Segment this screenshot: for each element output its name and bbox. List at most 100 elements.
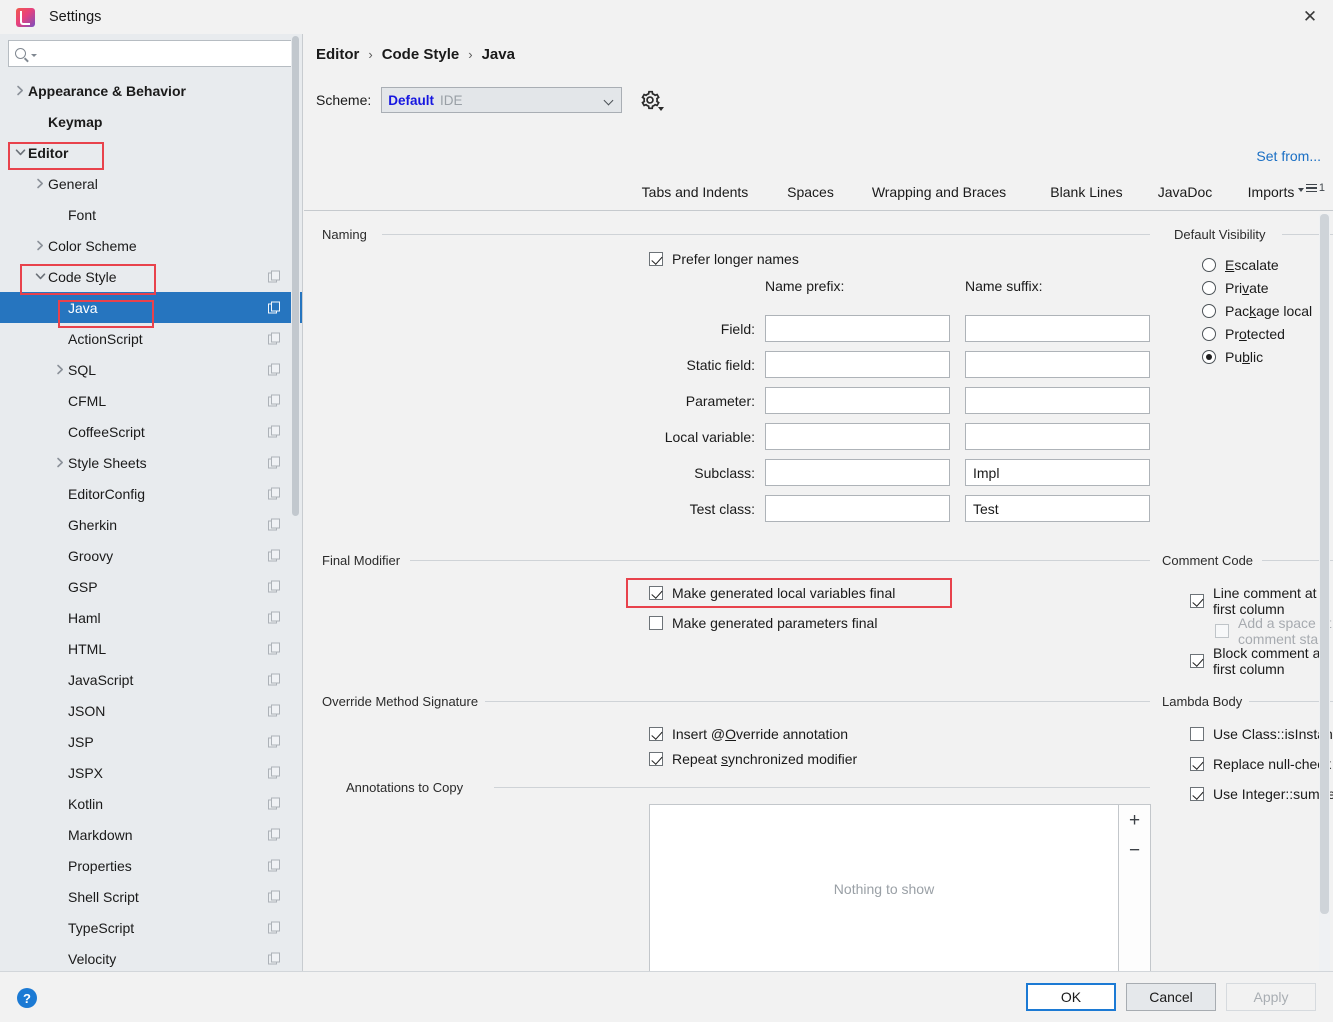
breadcrumb-java[interactable]: Java [482,46,515,63]
naming-prefix-input[interactable] [765,315,950,342]
sidebar-item-sql[interactable]: SQL [0,354,302,385]
tab-overflow-icon[interactable]: 1 [1297,182,1325,194]
copy-scheme-icon[interactable] [268,859,281,872]
sidebar-item-kotlin[interactable]: Kotlin [0,788,302,819]
remove-annotation-button[interactable]: − [1119,837,1150,865]
sidebar-item-shell-script[interactable]: Shell Script [0,881,302,912]
copy-scheme-icon[interactable] [268,921,281,934]
sidebar-item-groovy[interactable]: Groovy [0,540,302,571]
close-icon[interactable]: ✕ [1287,0,1333,34]
copy-scheme-icon[interactable] [268,704,281,717]
override-signature-checkbox-1[interactable]: Repeat synchronized modifier [649,751,857,767]
naming-suffix-input[interactable] [965,423,1150,450]
copy-scheme-icon[interactable] [268,301,281,314]
naming-suffix-input[interactable] [965,459,1150,486]
copy-scheme-icon[interactable] [268,270,281,283]
lambda-body-checkbox-0[interactable]: Use Class::isInstance and Class::cast wh… [1190,726,1333,742]
sidebar-item-general[interactable]: General [0,168,302,199]
cancel-button[interactable]: Cancel [1126,983,1216,1011]
sidebar-item-editor[interactable]: Editor [0,137,302,168]
naming-suffix-input[interactable] [965,351,1150,378]
sidebar-item-velocity[interactable]: Velocity [0,943,302,971]
lambda-body-checkbox-2[interactable]: Use Integer::sum, etc. when possible [1190,786,1333,802]
copy-scheme-icon[interactable] [268,549,281,562]
visibility-radio-package-local[interactable]: Package local [1202,303,1312,319]
naming-prefix-input[interactable] [765,423,950,450]
sidebar-item-editorconfig[interactable]: EditorConfig [0,478,302,509]
annotations-to-copy-list[interactable]: Nothing to show [649,804,1119,971]
sidebar-item-actionscript[interactable]: ActionScript [0,323,302,354]
content-vscrollbar[interactable] [1319,214,1330,971]
copy-scheme-icon[interactable] [268,580,281,593]
copy-scheme-icon[interactable] [268,332,281,345]
chevron-right-icon[interactable] [52,457,68,468]
sidebar-scrollbar[interactable] [291,36,300,969]
sidebar-item-javascript[interactable]: JavaScript [0,664,302,695]
copy-scheme-icon[interactable] [268,394,281,407]
chevron-right-icon[interactable] [52,364,68,375]
naming-prefix-input[interactable] [765,495,950,522]
sidebar-item-jspx[interactable]: JSPX [0,757,302,788]
ok-button[interactable]: OK [1026,983,1116,1011]
naming-prefix-input[interactable] [765,387,950,414]
sidebar-item-jsp[interactable]: JSP [0,726,302,757]
gear-icon[interactable] [638,88,665,112]
copy-scheme-icon[interactable] [268,425,281,438]
sidebar-item-haml[interactable]: Haml [0,602,302,633]
sidebar-item-java[interactable]: Java [0,292,302,323]
search-dropdown-icon[interactable] [31,54,37,57]
copy-scheme-icon[interactable] [268,456,281,469]
comment-code-checkbox-2[interactable]: Block comment at first column [1190,645,1333,677]
content-vscrollbar-thumb[interactable] [1320,214,1329,914]
sidebar-item-color-scheme[interactable]: Color Scheme [0,230,302,261]
copy-scheme-icon[interactable] [268,642,281,655]
sidebar-item-gherkin[interactable]: Gherkin [0,509,302,540]
chevron-right-icon[interactable] [12,85,28,96]
sidebar-item-gsp[interactable]: GSP [0,571,302,602]
naming-suffix-input[interactable] [965,387,1150,414]
naming-prefix-input[interactable] [765,351,950,378]
copy-scheme-icon[interactable] [268,766,281,779]
naming-suffix-input[interactable] [965,315,1150,342]
breadcrumb-editor[interactable]: Editor [316,46,359,63]
copy-scheme-icon[interactable] [268,363,281,376]
sidebar-item-markdown[interactable]: Markdown [0,819,302,850]
gear-dropdown-icon[interactable] [658,107,665,111]
copy-scheme-icon[interactable] [268,797,281,810]
copy-scheme-icon[interactable] [268,735,281,748]
tab-spaces[interactable]: Spaces [774,174,847,210]
sidebar-item-style-sheets[interactable]: Style Sheets [0,447,302,478]
search-box[interactable] [8,40,294,67]
visibility-radio-protected[interactable]: Protected [1202,326,1285,342]
sidebar-item-code-style[interactable]: Code Style [0,261,302,292]
copy-scheme-icon[interactable] [268,518,281,531]
final-modifier-checkbox-1[interactable]: Make generated parameters final [649,615,877,631]
breadcrumb-code-style[interactable]: Code Style [382,46,460,63]
sidebar-item-keymap[interactable]: Keymap [0,106,302,137]
visibility-radio-private[interactable]: Private [1202,280,1269,296]
copy-scheme-icon[interactable] [268,828,281,841]
sidebar-item-json[interactable]: JSON [0,695,302,726]
prefer-longer-names-checkbox[interactable]: Prefer longer names [649,251,799,267]
tab-javadoc[interactable]: JavaDoc [1145,174,1225,210]
override-signature-checkbox-0[interactable]: Insert @Override annotation [649,726,848,742]
copy-scheme-icon[interactable] [268,611,281,624]
chevron-down-icon[interactable] [12,148,28,157]
comment-code-checkbox-0[interactable]: Line comment at first column [1190,585,1333,617]
chevron-down-icon[interactable] [603,95,614,106]
add-annotation-button[interactable]: + [1119,807,1150,835]
copy-scheme-icon[interactable] [268,673,281,686]
chevron-down-icon[interactable] [32,272,48,281]
copy-scheme-icon[interactable] [268,890,281,903]
visibility-radio-escalate[interactable]: Escalate [1202,257,1279,273]
chevron-right-icon[interactable] [32,178,48,189]
final-modifier-checkbox-0[interactable]: Make generated local variables final [649,585,895,601]
tab-blank-lines[interactable]: Blank Lines [1034,174,1139,210]
sidebar-item-font[interactable]: Font [0,199,302,230]
tab-tabs-and-indents[interactable]: Tabs and Indents [624,174,766,210]
lambda-body-checkbox-1[interactable]: Replace null-check with Objects::nonNull… [1190,756,1333,772]
visibility-radio-public[interactable]: Public [1202,349,1263,365]
sidebar-item-cfml[interactable]: CFML [0,385,302,416]
naming-suffix-input[interactable] [965,495,1150,522]
sidebar-item-html[interactable]: HTML [0,633,302,664]
